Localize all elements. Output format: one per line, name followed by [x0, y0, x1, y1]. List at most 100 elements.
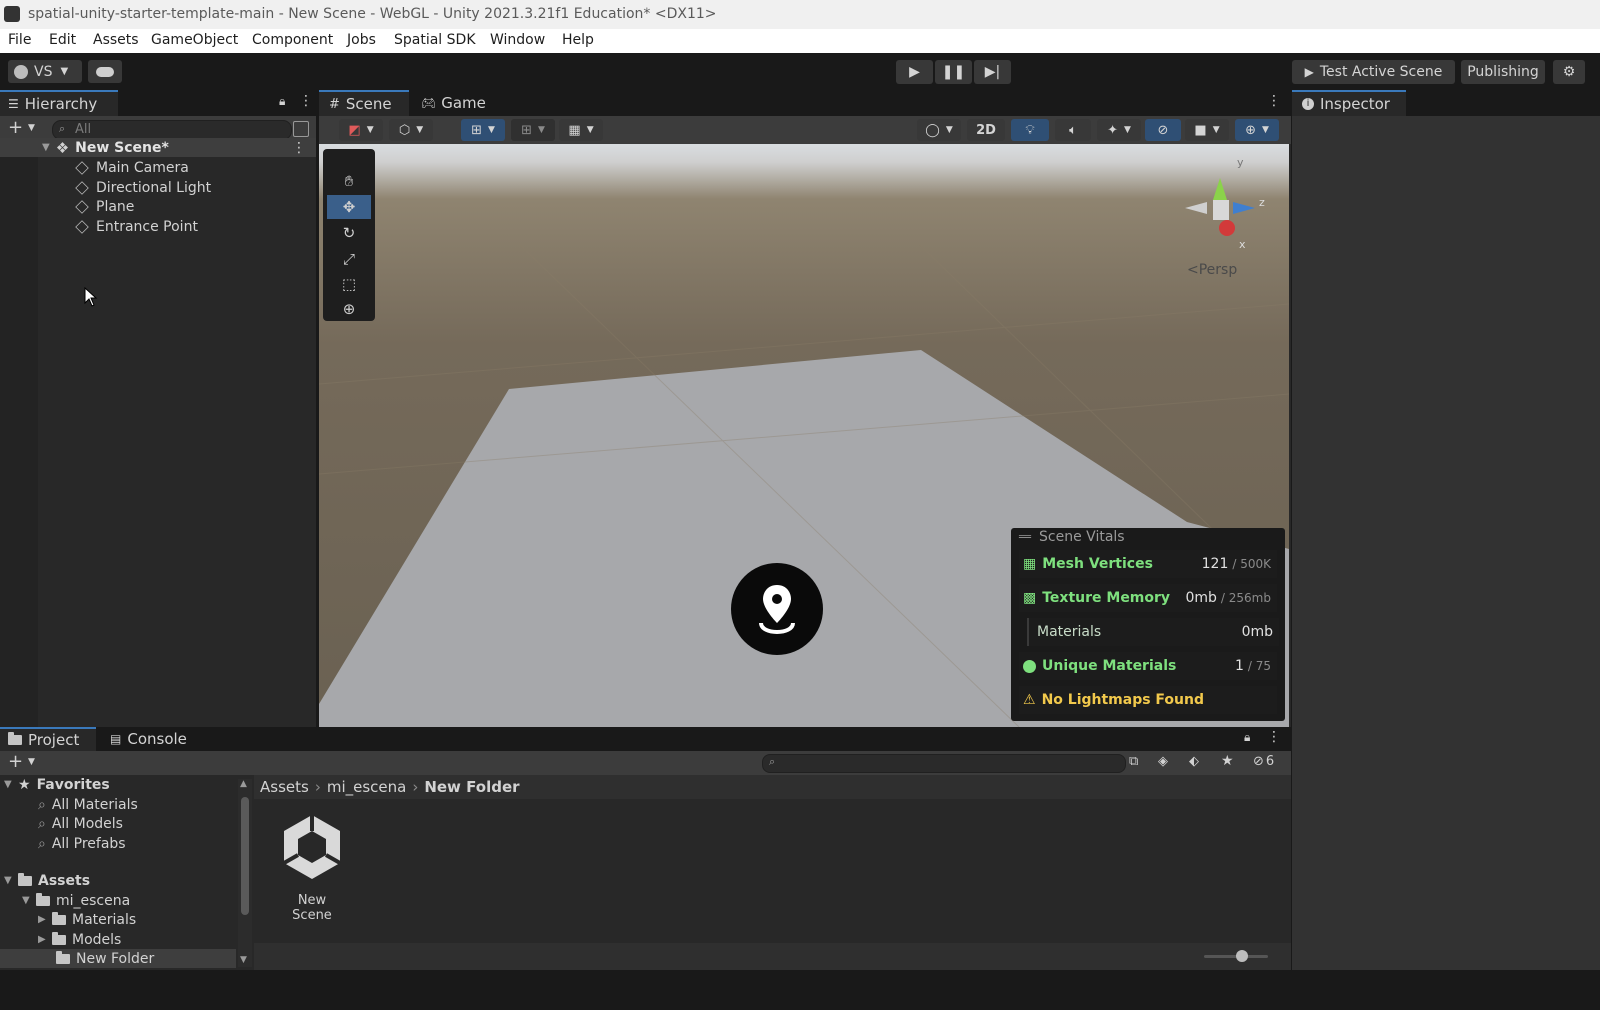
filter-by-type-icon[interactable]: ◈ — [1158, 754, 1168, 769]
settings-button[interactable]: ⚙ — [1553, 60, 1585, 84]
rotate-tool[interactable]: ↻ — [327, 221, 371, 245]
projection-toggle[interactable]: <Persp — [1187, 262, 1237, 278]
favorite-all-prefabs[interactable]: ⌕ All Prefabs — [38, 834, 126, 853]
chevron-down-icon[interactable]: ▼ — [28, 123, 35, 133]
assets-root[interactable]: ▼ Assets — [4, 871, 90, 890]
kebab-menu-icon[interactable]: ⋮ — [1267, 93, 1281, 109]
draw-mode-dropdown[interactable]: ◩ ▼ — [339, 119, 383, 141]
zoom-slider-thumb[interactable] — [1236, 950, 1248, 962]
folder-label: Models — [72, 931, 122, 948]
hierarchy-item-directional-light[interactable]: Directional Light — [75, 178, 211, 197]
hierarchy-item-main-camera[interactable]: Main Camera — [75, 158, 189, 177]
scroll-up-icon[interactable]: ▲ — [240, 779, 247, 789]
publishing-button[interactable]: Publishing — [1461, 60, 1545, 84]
pause-button[interactable]: ❚❚ — [935, 60, 972, 84]
folder-models[interactable]: ▶ Models — [38, 930, 121, 949]
test-active-scene-button[interactable]: ▶ Test Active Scene — [1292, 60, 1455, 84]
project-search-input[interactable]: ⌕ — [762, 754, 1126, 773]
menu-gameobject[interactable]: GameObject — [151, 32, 238, 48]
asset-item-new-scene[interactable]: New Scene — [276, 813, 348, 923]
add-icon[interactable]: + — [8, 751, 23, 772]
search-filter-icon[interactable]: ⧉ — [1129, 754, 1138, 769]
tab-game[interactable]: 🎮︎ Game — [421, 90, 501, 116]
tree-scrollbar[interactable]: ▲ ▼ — [238, 779, 252, 967]
menu-window[interactable]: Window — [490, 32, 545, 48]
scale-tool[interactable]: ⤢ — [327, 247, 371, 271]
snap-toggle[interactable]: ⊞ ▼ — [461, 119, 505, 141]
hand-tool[interactable]: ✋︎ — [327, 169, 371, 193]
star-icon[interactable]: ★ — [1221, 753, 1234, 769]
folder-label: Materials — [72, 911, 137, 928]
breadcrumb-item[interactable]: mi_escena — [327, 778, 407, 796]
expand-arrow-icon[interactable]: ▼ — [42, 142, 50, 153]
scroll-down-icon[interactable]: ▼ — [240, 955, 247, 965]
scene-vitals-header[interactable]: ══ Scene Vitals — [1019, 528, 1125, 546]
transform-tool[interactable]: ⊕ — [327, 297, 371, 321]
lock-icon[interactable]: 🔒︎ — [279, 94, 285, 109]
tab-inspector[interactable]: i Inspector — [1292, 90, 1406, 116]
folder-icon — [52, 911, 66, 925]
menu-spatial-sdk[interactable]: Spatial SDK — [394, 32, 476, 48]
entrance-point-marker[interactable] — [731, 563, 823, 655]
folder-mi-escena[interactable]: ▼ mi_escena — [22, 891, 130, 910]
favorite-all-models[interactable]: ⌕ All Models — [38, 814, 123, 833]
tab-console[interactable]: ▤ Console — [110, 727, 200, 751]
folder-new-folder[interactable]: New Folder — [0, 949, 236, 968]
scroll-thumb[interactable] — [241, 797, 249, 915]
tab-scene[interactable]: # Scene — [319, 90, 409, 116]
hierarchy-item-plane[interactable]: Plane — [75, 197, 134, 216]
tab-hierarchy[interactable]: ☰ Hierarchy — [0, 90, 118, 116]
audio-toggle[interactable]: 🔈︎ — [1055, 119, 1091, 141]
search-filter-icon[interactable] — [293, 121, 309, 137]
menu-component[interactable]: Component — [252, 32, 333, 48]
favorites-label: Favorites — [36, 776, 110, 793]
increment-snap-dropdown[interactable]: ⊞ ▼ — [511, 119, 555, 141]
kebab-menu-icon[interactable]: ⋮ — [1267, 729, 1281, 745]
hidden-packages-toggle[interactable]: ⊘ 6 — [1253, 754, 1274, 769]
hierarchy-search-input[interactable]: ⌕ All — [52, 120, 292, 140]
toggle-2d-button[interactable]: 2D — [967, 119, 1005, 141]
step-icon: ▶| — [984, 64, 1001, 80]
kebab-menu-icon[interactable]: ⋮ — [292, 140, 306, 156]
orientation-gizmo[interactable]: y z x <Persp — [1155, 152, 1275, 282]
menu-jobs[interactable]: Jobs — [347, 32, 376, 48]
lock-icon[interactable]: 🔒︎ — [1244, 730, 1250, 745]
favorites-header[interactable]: ▼ ★ Favorites — [4, 775, 110, 794]
star-icon: ★ — [18, 776, 31, 793]
step-button[interactable]: ▶| — [974, 60, 1011, 84]
chevron-down-icon[interactable]: ▼ — [28, 757, 35, 767]
scene-viewport[interactable]: ✋︎ ✥ ↻ ⤢ ⬚ ⊕ y z x <Persp ══ Scene Vital… — [319, 144, 1289, 727]
account-dropdown[interactable]: VS ▼ — [8, 60, 82, 83]
scene-tab-bar: # Scene 🎮︎ Game ⋮ — [319, 90, 1291, 116]
folder-materials[interactable]: ▶ Materials — [38, 910, 136, 929]
hierarchy-item-entrance-point[interactable]: Entrance Point — [75, 217, 198, 236]
breadcrumb-item[interactable]: New Folder — [424, 778, 519, 796]
menu-file[interactable]: File — [8, 32, 31, 48]
breadcrumb-item[interactable]: Assets — [260, 778, 309, 796]
lighting-toggle[interactable]: 💡︎ — [1011, 119, 1049, 141]
camera-dropdown[interactable]: ■ ▼ — [1185, 119, 1229, 141]
favorite-all-materials[interactable]: ⌕ All Materials — [38, 795, 138, 814]
play-button[interactable]: ▶ — [896, 60, 933, 84]
move-tool[interactable]: ✥ — [327, 195, 371, 219]
cloud-button[interactable] — [88, 60, 122, 83]
effects-dropdown[interactable]: ✦ ▼ — [1097, 119, 1141, 141]
expand-arrow-icon: ▼ — [4, 779, 12, 790]
menu-help[interactable]: Help — [562, 32, 594, 48]
expand-arrow-icon: ▶ — [38, 914, 46, 925]
kebab-menu-icon[interactable]: ⋮ — [299, 93, 313, 109]
add-icon[interactable]: + — [8, 117, 23, 138]
tab-project[interactable]: Project — [0, 727, 96, 751]
gizmos-dropdown[interactable]: ⊕ ▼ — [1235, 119, 1279, 141]
label-tag-icon[interactable]: ⬖ — [1189, 754, 1199, 769]
hierarchy-scene-row[interactable]: ▼ ❖ New Scene* ⋮ — [0, 138, 316, 157]
project-panel: Project ▤ Console 🔒︎ ⋮ + ▼ ⌕ ⧉ ◈ ⬖ ★ ⊘ 6… — [0, 727, 1291, 970]
scene-visibility-toggle[interactable]: ⊘ — [1145, 119, 1181, 141]
menu-edit[interactable]: Edit — [49, 32, 76, 48]
menu-assets[interactable]: Assets — [93, 32, 139, 48]
rect-tool[interactable]: ⬚ — [327, 272, 371, 296]
grid-visibility-dropdown[interactable]: ▦ ▼ — [559, 119, 603, 141]
shading-dropdown[interactable]: ⬡ ▼ — [389, 119, 433, 141]
render-mode-dropdown[interactable]: ◯ ▼ — [917, 119, 961, 141]
transform-tools-overlay: ✋︎ ✥ ↻ ⤢ ⬚ ⊕ — [323, 149, 375, 321]
